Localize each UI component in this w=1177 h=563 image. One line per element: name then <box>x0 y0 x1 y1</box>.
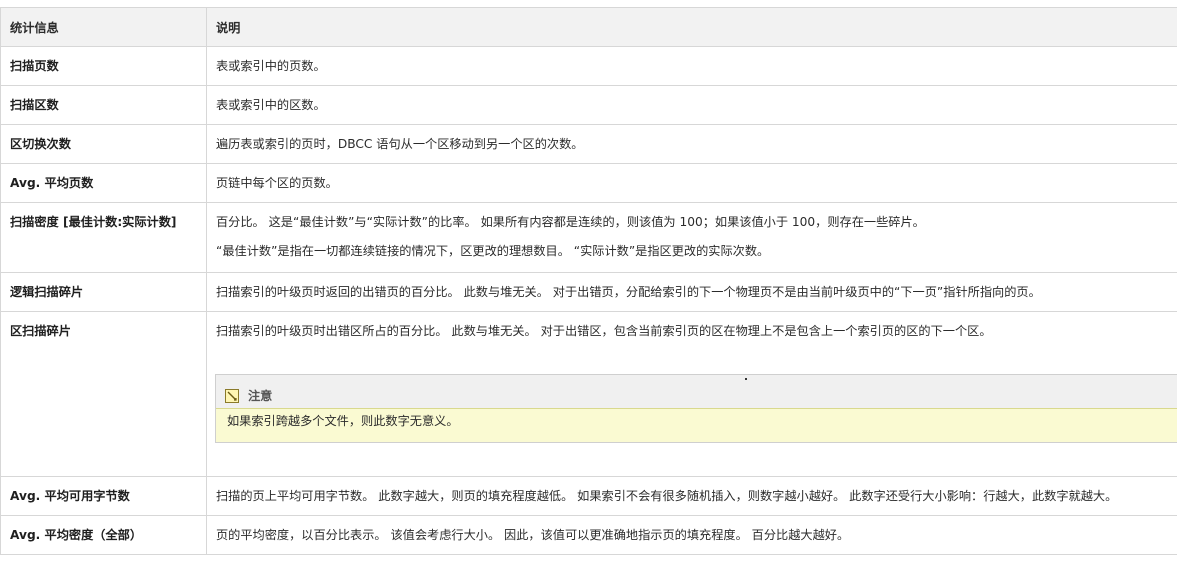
table-row: 逻辑扫描碎片 扫描索引的叶级页时返回的出错页的百分比。 此数与堆无关。 对于出错… <box>0 272 1177 312</box>
statistics-table: 统计信息 说明 扫描页数 表或索引中的页数。 扫描区数 表或索引中的区数。 区切… <box>0 7 1177 555</box>
note-title: 注意 <box>248 388 273 403</box>
description-text: 扫描索引的叶级页时出错区所占的百分比。 此数与堆无关。 对于出错区，包含当前索引… <box>216 324 992 338</box>
table-row: Avg. 平均页数 页链中每个区的页数。 <box>0 163 1177 203</box>
header-stat: 统计信息 <box>0 7 207 47</box>
table-row: Avg. 平均密度（全部） 页的平均密度，以百分比表示。 该值会考虑行大小。 因… <box>0 515 1177 555</box>
stat-name: 逻辑扫描碎片 <box>0 272 207 312</box>
description-text: 页的平均密度，以百分比表示。 该值会考虑行大小。 因此，该值可以更准确地指示页的… <box>216 528 850 542</box>
description-text: 扫描索引的叶级页时返回的出错页的百分比。 此数与堆无关。 对于出错页，分配给索引… <box>216 285 1041 299</box>
description-text: 表或索引中的页数。 <box>216 59 326 73</box>
stat-description: 表或索引中的区数。 <box>206 85 1177 125</box>
stat-name: Avg. 平均密度（全部） <box>0 515 207 555</box>
description-text: 遍历表或索引的页时，DBCC 语句从一个区移动到另一个区的次数。 <box>216 137 584 151</box>
stat-description: 百分比。 这是“最佳计数”与“实际计数”的比率。 如果所有内容都是连续的，则该值… <box>206 202 1177 273</box>
header-description: 说明 <box>206 7 1177 47</box>
stat-description: 扫描的页上平均可用字节数。 此数字越大，则页的填充程度越低。 如果索引不会有很多… <box>206 476 1177 516</box>
stat-description: 扫描索引的叶级页时出错区所占的百分比。 此数与堆无关。 对于出错区，包含当前索引… <box>206 311 1177 477</box>
stat-description: 遍历表或索引的页时，DBCC 语句从一个区移动到另一个区的次数。 <box>206 124 1177 164</box>
stat-name: 区扫描碎片 <box>0 311 207 477</box>
description-text: “最佳计数”是指在一切都连续链接的情况下，区更改的理想数目。 “实际计数”是指区… <box>216 244 770 258</box>
stat-name: 扫描密度 [最佳计数:实际计数] <box>0 202 207 273</box>
description-text: 百分比。 这是“最佳计数”与“实际计数”的比率。 如果所有内容都是连续的，则该值… <box>216 215 925 229</box>
description-text: 表或索引中的区数。 <box>216 98 326 112</box>
note-text: 如果索引跨越多个文件，则此数字无意义。 <box>216 408 1177 442</box>
stat-name: Avg. 平均页数 <box>0 163 207 203</box>
note-box: 注意 如果索引跨越多个文件，则此数字无意义。 <box>215 374 1177 443</box>
table-header-row: 统计信息 说明 <box>0 7 1177 47</box>
table-row: 区切换次数 遍历表或索引的页时，DBCC 语句从一个区移动到另一个区的次数。 <box>0 124 1177 164</box>
stat-name: 区切换次数 <box>0 124 207 164</box>
stat-name: Avg. 平均可用字节数 <box>0 476 207 516</box>
note-header: 注意 <box>216 375 1177 408</box>
table-row: 区扫描碎片 扫描索引的叶级页时出错区所占的百分比。 此数与堆无关。 对于出错区，… <box>0 311 1177 477</box>
table-row: 扫描区数 表或索引中的区数。 <box>0 85 1177 125</box>
stat-name: 扫描区数 <box>0 85 207 125</box>
stat-description: 页链中每个区的页数。 <box>206 163 1177 203</box>
stat-description: 表或索引中的页数。 <box>206 46 1177 86</box>
description-text: 扫描的页上平均可用字节数。 此数字越大，则页的填充程度越低。 如果索引不会有很多… <box>216 489 1118 503</box>
note-icon <box>225 388 239 403</box>
stat-description: 页的平均密度，以百分比表示。 该值会考虑行大小。 因此，该值可以更准确地指示页的… <box>206 515 1177 555</box>
table-row: 扫描密度 [最佳计数:实际计数] 百分比。 这是“最佳计数”与“实际计数”的比率… <box>0 202 1177 273</box>
stat-name: 扫描页数 <box>0 46 207 86</box>
table-row: Avg. 平均可用字节数 扫描的页上平均可用字节数。 此数字越大，则页的填充程度… <box>0 476 1177 516</box>
stat-description: 扫描索引的叶级页时返回的出错页的百分比。 此数与堆无关。 对于出错页，分配给索引… <box>206 272 1177 312</box>
table-row: 扫描页数 表或索引中的页数。 <box>0 46 1177 86</box>
stray-dot <box>745 378 747 380</box>
description-text: 页链中每个区的页数。 <box>216 176 338 190</box>
